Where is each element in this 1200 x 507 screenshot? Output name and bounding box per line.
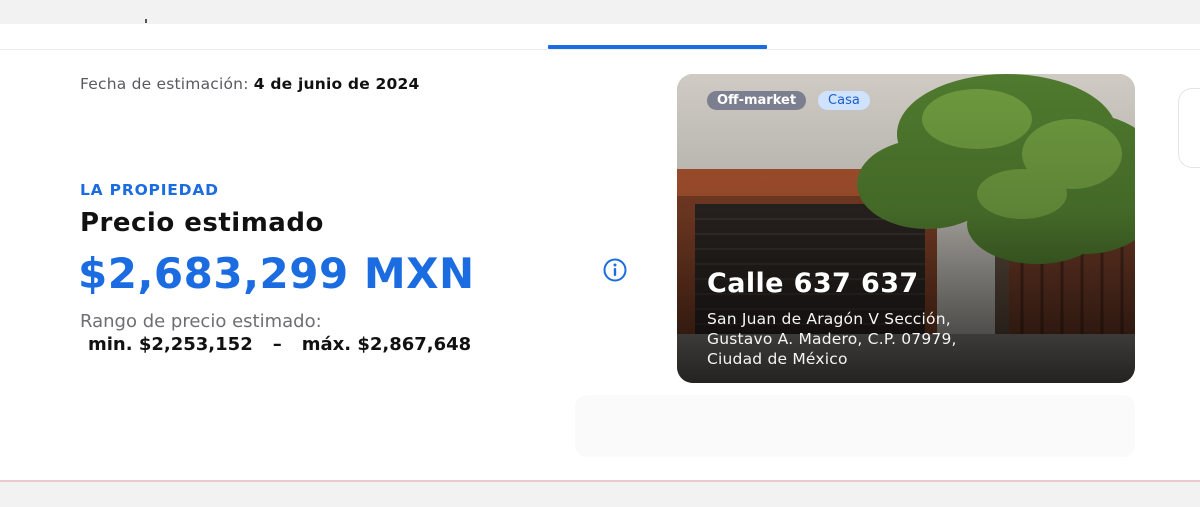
tabs-divider	[0, 49, 1200, 50]
price-range-values: min. $2,253,152– máx. $2,867,648	[88, 334, 471, 355]
estimated-price: $2,683,299 MXN	[78, 249, 475, 298]
estimation-date: Fecha de estimación: 4 de junio de 2024	[80, 75, 419, 93]
property-card[interactable]: Off-market Casa Calle 637 637 San Juan d…	[677, 74, 1135, 383]
estimation-date-value: 4 de junio de 2024	[253, 75, 420, 93]
address-line: San Juan de Aragón V Sección,	[707, 310, 951, 328]
address-line: Gustavo A. Madero, C.P. 07979,	[707, 330, 957, 348]
price-range-label: Rango de precio estimado:	[80, 311, 322, 332]
active-tab-indicator[interactable]	[548, 45, 767, 49]
card-badges: Off-market Casa	[707, 91, 870, 110]
top-bar	[0, 0, 1200, 24]
address-line: Ciudad de México	[707, 350, 848, 368]
price-range-max: máx. $2,867,648	[301, 334, 472, 355]
estimation-date-label: Fecha de estimación:	[80, 75, 249, 93]
info-circle-icon[interactable]	[602, 257, 628, 283]
faded-placeholder	[575, 395, 1135, 457]
property-address: San Juan de Aragón V Sección, Gustavo A.…	[707, 309, 957, 369]
next-card-edge[interactable]	[1178, 88, 1200, 168]
top-bar-mark	[145, 19, 147, 23]
page-title: Precio estimado	[80, 208, 324, 238]
property-type-badge: Casa	[818, 91, 870, 110]
price-range-min: min. $2,253,152	[88, 334, 253, 355]
off-market-badge: Off-market	[707, 91, 807, 110]
price-range-separator: –	[272, 334, 282, 355]
section-eyebrow: LA PROPIEDAD	[80, 181, 219, 199]
property-street: Calle 637 637	[707, 268, 919, 299]
